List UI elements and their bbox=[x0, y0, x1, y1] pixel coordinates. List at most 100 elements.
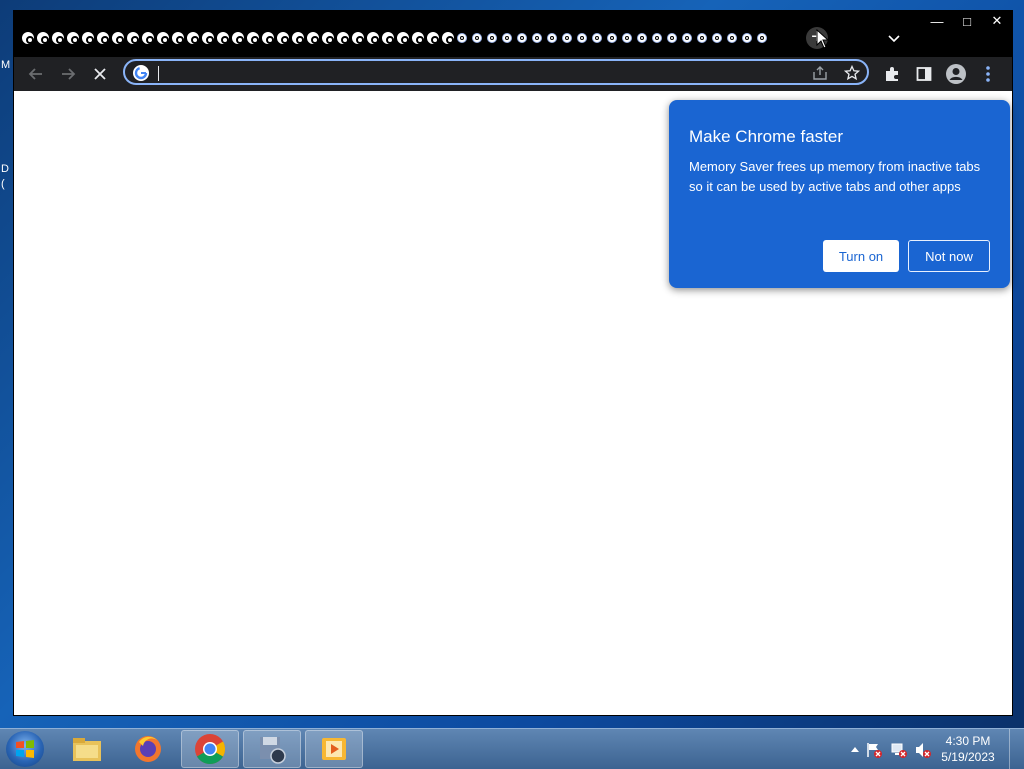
puzzle-icon bbox=[886, 67, 898, 81]
tab-favicon[interactable] bbox=[307, 32, 319, 44]
tab-favicon[interactable] bbox=[757, 33, 767, 43]
tab-favicon[interactable] bbox=[427, 32, 439, 44]
profile-button[interactable] bbox=[944, 62, 968, 86]
tab-favicon[interactable] bbox=[292, 32, 304, 44]
chrome-menu-button[interactable] bbox=[976, 62, 1000, 86]
share-button[interactable] bbox=[811, 64, 829, 82]
taskbar-clock[interactable]: 4:30 PM 5/19/2023 bbox=[935, 733, 1001, 765]
close-window-button[interactable]: ✕ bbox=[982, 11, 1012, 31]
tab-search-button[interactable] bbox=[886, 30, 902, 46]
tab-favicon[interactable] bbox=[712, 33, 722, 43]
chrome-window: + — □ ✕ bbox=[13, 10, 1013, 716]
tab-favicon[interactable] bbox=[157, 32, 169, 44]
minimize-button[interactable]: — bbox=[922, 11, 952, 31]
tab-favicon[interactable] bbox=[532, 33, 542, 43]
share-icon bbox=[813, 66, 827, 80]
taskbar: 4:30 PM 5/19/2023 bbox=[0, 728, 1024, 769]
turn-on-button[interactable]: Turn on bbox=[823, 240, 899, 272]
tab-favicon[interactable] bbox=[22, 32, 34, 44]
kebab-menu-icon bbox=[986, 66, 990, 82]
tab-favicon[interactable] bbox=[667, 33, 677, 43]
side-panel-button[interactable] bbox=[912, 62, 936, 86]
desktop-icon-label-fragment: M bbox=[1, 59, 11, 71]
arrow-left-icon bbox=[28, 68, 42, 80]
tab-favicon[interactable] bbox=[217, 32, 229, 44]
tab-favicon[interactable] bbox=[142, 32, 154, 44]
taskbar-explorer[interactable] bbox=[58, 730, 116, 768]
tab-favicon[interactable] bbox=[547, 33, 557, 43]
tab-favicon[interactable] bbox=[607, 33, 617, 43]
tab-favicon[interactable] bbox=[697, 33, 707, 43]
tab-favicon[interactable] bbox=[277, 32, 289, 44]
tab-favicon[interactable] bbox=[457, 33, 467, 43]
show-hidden-icons-icon[interactable] bbox=[850, 745, 860, 753]
tab-favicon[interactable] bbox=[262, 32, 274, 44]
tab-favicon[interactable] bbox=[442, 32, 454, 44]
action-center-flag-icon[interactable] bbox=[865, 741, 883, 759]
tab-favicon[interactable] bbox=[562, 33, 572, 43]
taskbar-media-tool[interactable] bbox=[243, 730, 301, 768]
tab-favicon[interactable] bbox=[337, 32, 349, 44]
taskbar-chrome[interactable] bbox=[181, 730, 239, 768]
omnibox[interactable] bbox=[123, 59, 869, 85]
tab-favicon[interactable] bbox=[682, 33, 692, 43]
tab-favicon[interactable] bbox=[487, 33, 497, 43]
tab-favicon[interactable] bbox=[37, 32, 49, 44]
show-desktop-button[interactable] bbox=[1009, 729, 1024, 769]
chrome-icon bbox=[195, 734, 226, 764]
tab-favicon[interactable] bbox=[382, 32, 394, 44]
tab-favicon[interactable] bbox=[247, 32, 259, 44]
tab-favicon[interactable] bbox=[577, 33, 587, 43]
tab-favicon[interactable] bbox=[397, 32, 409, 44]
film-disk-icon bbox=[260, 737, 286, 764]
tab-favicon[interactable] bbox=[82, 32, 94, 44]
bookmark-button[interactable] bbox=[843, 64, 861, 82]
tab-favicon[interactable] bbox=[637, 33, 647, 43]
tab-favicon[interactable] bbox=[202, 32, 214, 44]
tab-favicon[interactable] bbox=[112, 32, 124, 44]
star-icon bbox=[844, 65, 860, 81]
tab-favicon[interactable] bbox=[412, 32, 424, 44]
folder-icon bbox=[73, 738, 101, 761]
extensions-button[interactable] bbox=[880, 62, 904, 86]
maximize-button[interactable]: □ bbox=[952, 11, 982, 31]
tab-list bbox=[22, 27, 782, 49]
omnibox-input[interactable] bbox=[157, 64, 801, 84]
start-button[interactable] bbox=[6, 731, 44, 767]
taskbar-firefox[interactable] bbox=[119, 730, 177, 768]
tab-favicon[interactable] bbox=[472, 33, 482, 43]
tab-favicon[interactable] bbox=[232, 32, 244, 44]
tab-favicon[interactable] bbox=[67, 32, 79, 44]
windows-logo-icon bbox=[16, 740, 34, 758]
tab-favicon[interactable] bbox=[52, 32, 64, 44]
tab-favicon[interactable] bbox=[592, 33, 602, 43]
tab-favicon[interactable] bbox=[322, 32, 334, 44]
stop-button[interactable] bbox=[88, 62, 112, 86]
tab-favicon[interactable] bbox=[352, 32, 364, 44]
not-now-button[interactable]: Not now bbox=[908, 240, 990, 272]
play-media-icon bbox=[322, 738, 346, 760]
window-controls: — □ ✕ bbox=[922, 11, 1012, 33]
volume-muted-icon[interactable] bbox=[914, 741, 932, 759]
tab-favicon[interactable] bbox=[172, 32, 184, 44]
tab-favicon[interactable] bbox=[187, 32, 199, 44]
arrow-right-icon bbox=[62, 68, 76, 80]
tab-favicon[interactable] bbox=[97, 32, 109, 44]
desktop-icon-label-fragment: D bbox=[1, 163, 9, 175]
forward-button[interactable] bbox=[56, 62, 80, 86]
taskbar-media-player[interactable] bbox=[305, 730, 363, 768]
tab-favicon[interactable] bbox=[727, 33, 737, 43]
firefox-icon bbox=[135, 736, 161, 762]
tab-favicon[interactable] bbox=[742, 33, 752, 43]
tab-favicon[interactable] bbox=[622, 33, 632, 43]
tab-favicon[interactable] bbox=[127, 32, 139, 44]
clock-time: 4:30 PM bbox=[945, 734, 991, 748]
back-button[interactable] bbox=[24, 62, 48, 86]
google-icon bbox=[133, 65, 149, 81]
tab-favicon[interactable] bbox=[517, 33, 527, 43]
tab-favicon[interactable] bbox=[652, 33, 662, 43]
close-icon bbox=[94, 68, 106, 80]
tab-favicon[interactable] bbox=[367, 32, 379, 44]
tab-favicon[interactable] bbox=[502, 33, 512, 43]
network-icon[interactable] bbox=[890, 741, 908, 759]
